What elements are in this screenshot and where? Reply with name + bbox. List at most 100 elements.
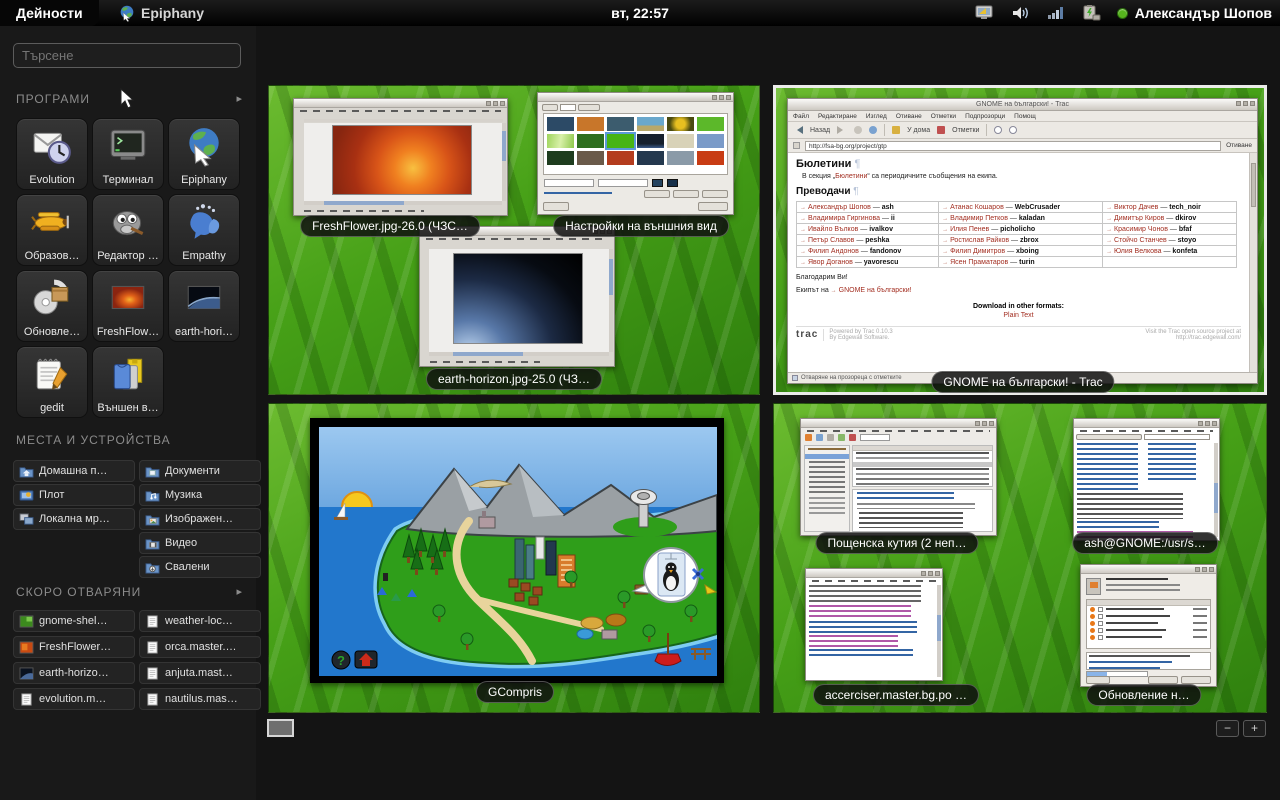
place-documents[interactable]: Документи: [139, 460, 261, 482]
app-evolution[interactable]: Evolution: [16, 118, 88, 190]
translator-link[interactable]: Стойчо Станчев: [1114, 237, 1167, 244]
translator-link[interactable]: Ясен Праматаров: [950, 259, 1008, 266]
window-gcompris[interactable]: ?: [310, 418, 724, 683]
window-epiphany-trac[interactable]: GNOME на български! - Trac Файл Редактир…: [787, 98, 1258, 384]
translator-link[interactable]: Димитър Киров: [1114, 215, 1164, 222]
menu-bookmarks[interactable]: Отметки: [931, 113, 956, 120]
translator-link[interactable]: Александър Шопов: [808, 204, 871, 211]
activities-button[interactable]: Дейности: [0, 0, 99, 26]
translator-link[interactable]: Филип Димитров: [950, 248, 1005, 255]
app-empathy[interactable]: Empathy: [168, 194, 240, 266]
app-epiphany[interactable]: Epiphany: [168, 118, 240, 190]
window-terminal[interactable]: [1073, 418, 1220, 541]
wallpaper-grid[interactable]: [543, 113, 728, 175]
workspace-add-button[interactable]: +: [1243, 720, 1266, 737]
network-signal-icon[interactable]: [1047, 5, 1065, 21]
workspace-4[interactable]: Пощенска кутия (2 неп… ash@GNOME:/usr/s……: [773, 403, 1267, 713]
forward-icon[interactable]: [837, 126, 847, 134]
window-evolution-mail[interactable]: [800, 418, 997, 536]
translator-link[interactable]: Юлия Велкова: [1114, 248, 1161, 255]
menu-view[interactable]: Изглед: [866, 113, 887, 120]
workspace-remove-button[interactable]: −: [1216, 720, 1239, 737]
recent-gnome-shell[interactable]: gnome-shel…: [13, 610, 135, 632]
battery-icon[interactable]: [1081, 4, 1101, 22]
menu-file[interactable]: Файл: [793, 113, 809, 120]
zoom-out-icon[interactable]: [1009, 126, 1017, 134]
recent-weather-locations[interactable]: weather-loc…: [139, 610, 261, 632]
translator-link[interactable]: Явор Доганов: [808, 259, 853, 266]
mail-message-list[interactable]: [852, 445, 993, 487]
bookmarks-icon[interactable]: [937, 126, 945, 134]
translator-link[interactable]: Владимир Петков: [950, 215, 1008, 222]
translator-link[interactable]: Филип Андонов: [808, 248, 859, 255]
team-link[interactable]: GNOME на български!: [839, 287, 912, 294]
updates-list[interactable]: [1086, 599, 1211, 649]
go-button[interactable]: Отиване: [1226, 142, 1252, 149]
place-videos[interactable]: Видео: [139, 532, 261, 554]
search-input[interactable]: [13, 43, 241, 68]
menu-edit[interactable]: Редактиране: [818, 113, 857, 120]
recent-expander-icon[interactable]: ▸: [236, 585, 242, 598]
mail-preview-pane[interactable]: [852, 489, 993, 532]
back-button[interactable]: Назад: [810, 127, 830, 134]
volume-icon[interactable]: [1011, 5, 1031, 21]
reload-icon[interactable]: [869, 126, 877, 134]
window-appearance-settings[interactable]: [537, 92, 734, 215]
translator-link[interactable]: Атанас Кошаров: [950, 204, 1004, 211]
recent-nautilus-po[interactable]: nautilus.mas…: [139, 688, 261, 710]
translator-link[interactable]: Илия Пенев: [950, 226, 989, 233]
place-downloads[interactable]: Свалени: [139, 556, 261, 578]
place-home[interactable]: Домашна п…: [13, 460, 135, 482]
app-appearance[interactable]: Външен в…: [92, 346, 164, 418]
recent-anjuta-po[interactable]: anjuta.mast…: [139, 662, 261, 684]
menu-tabs[interactable]: Подпрозорци: [965, 113, 1005, 120]
translator-link[interactable]: Красимир Чонов: [1114, 226, 1168, 233]
app-gcompris[interactable]: Образов…: [16, 194, 88, 266]
app-gimp[interactable]: Редактор …: [92, 194, 164, 266]
place-desktop[interactable]: Плот: [13, 484, 135, 506]
translator-link[interactable]: Виктор Дачев: [1114, 204, 1158, 211]
bulletins-link[interactable]: Бюлетини: [835, 173, 867, 180]
clock[interactable]: вт, 22:57: [611, 0, 669, 26]
place-pictures[interactable]: Изображен…: [139, 508, 261, 530]
bookmarks-button[interactable]: Отметки: [952, 127, 979, 134]
recent-freshflower[interactable]: FreshFlower…: [13, 636, 135, 658]
workspace-3[interactable]: ? GCompris: [268, 403, 760, 713]
mail-folder-tree[interactable]: [804, 445, 850, 532]
focused-app-menu[interactable]: Epiphany: [118, 0, 204, 26]
back-icon[interactable]: [793, 126, 803, 134]
display-icon[interactable]: [975, 5, 995, 21]
workspace-indicator[interactable]: [267, 719, 294, 737]
window-gimp-freshflower[interactable]: [293, 98, 508, 216]
app-freshflower-image[interactable]: FreshFlow…: [92, 270, 164, 342]
window-update-manager[interactable]: [1080, 564, 1217, 687]
window-gimp-earth[interactable]: [419, 226, 615, 367]
visit-link[interactable]: http://trac.edgewall.com/: [1176, 335, 1241, 341]
workspace-1[interactable]: FreshFlower.jpg-26.0 (ЧЗС… Настройки на …: [268, 85, 760, 395]
recent-evolution-file[interactable]: evolution.m…: [13, 688, 135, 710]
browser-scrollbar[interactable]: [1249, 153, 1257, 372]
recent-earth-horizon[interactable]: earth-horizo…: [13, 662, 135, 684]
place-network[interactable]: Локална мр…: [13, 508, 135, 530]
zoom-in-icon[interactable]: [994, 126, 1002, 134]
programs-expander-icon[interactable]: ▸: [236, 92, 242, 105]
menu-help[interactable]: Помощ: [1014, 113, 1036, 120]
translator-link[interactable]: Ростислав Райков: [950, 237, 1009, 244]
app-terminal[interactable]: Терминал: [92, 118, 164, 190]
place-music[interactable]: Музика: [139, 484, 261, 506]
user-menu[interactable]: Александър Шопов: [1117, 5, 1272, 21]
address-bar[interactable]: http://fsa-bg.org/project/gtp: [805, 141, 1221, 151]
app-updates[interactable]: Обновле…: [16, 270, 88, 342]
recent-orca-po[interactable]: orca.master.…: [139, 636, 261, 658]
stop-icon[interactable]: [854, 126, 862, 134]
app-earth-image[interactable]: earth-hori…: [168, 270, 240, 342]
translator-link[interactable]: Петър Славов: [808, 237, 854, 244]
plain-text-link[interactable]: Plain Text: [796, 312, 1241, 319]
home-button[interactable]: У дома: [907, 127, 930, 134]
workspace-2[interactable]: GNOME на български! - Trac Файл Редактир…: [773, 85, 1267, 395]
window-terminal-po-file[interactable]: [805, 568, 943, 681]
selected-wallpaper[interactable]: [607, 134, 634, 148]
translator-link[interactable]: Владимира Гиргинова: [808, 215, 880, 222]
translator-link[interactable]: Ивайло Вълков: [808, 226, 858, 233]
menu-go[interactable]: Отиване: [896, 113, 922, 120]
